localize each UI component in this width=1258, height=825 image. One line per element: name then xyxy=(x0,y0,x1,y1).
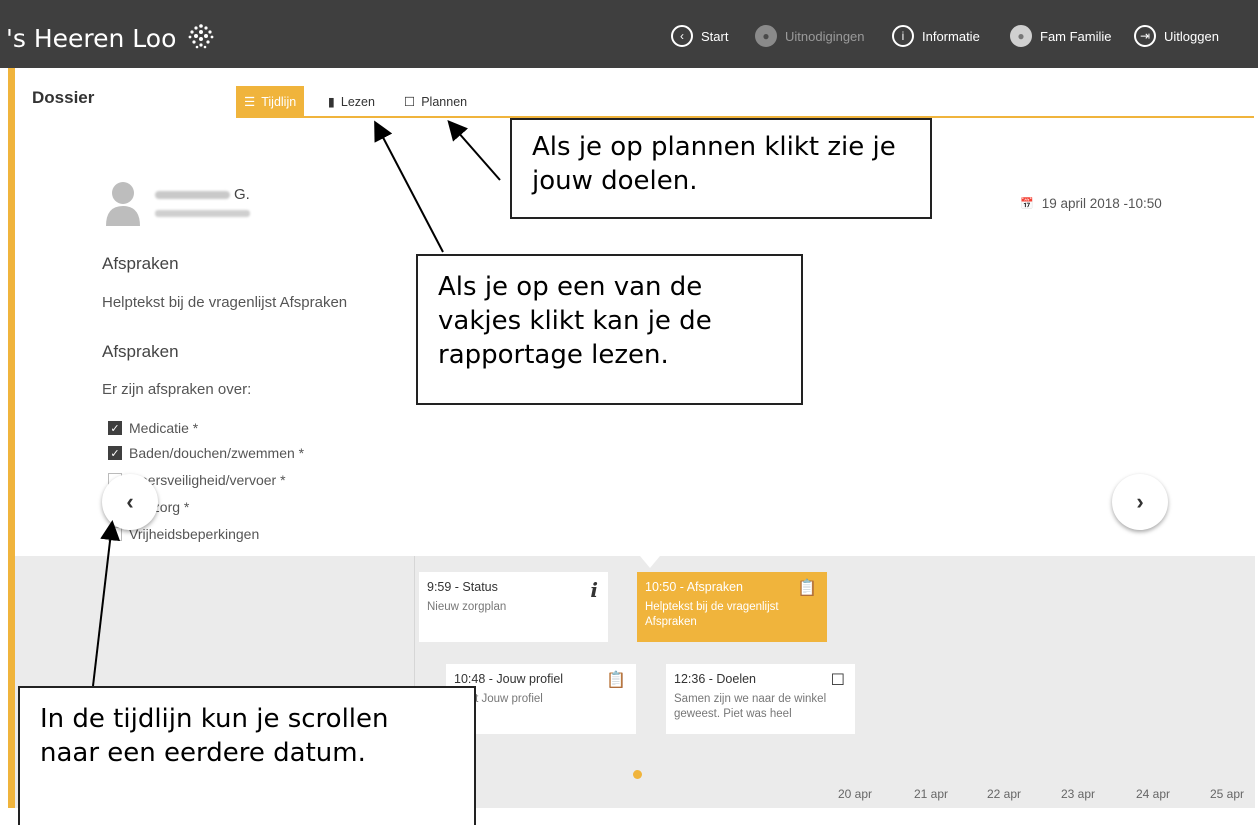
app-window: 's Heeren Loo ‹ Start ● Uitnodigingen i … xyxy=(0,0,1258,825)
callout-tijdlijn: In de tijdlijn kun je scrollen naar een … xyxy=(18,686,476,825)
callout-plannen: Als je op plannen klikt zie je jouw doel… xyxy=(510,118,932,219)
callout-vakjes: Als je op een van de vakjes klikt kan je… xyxy=(416,254,803,405)
